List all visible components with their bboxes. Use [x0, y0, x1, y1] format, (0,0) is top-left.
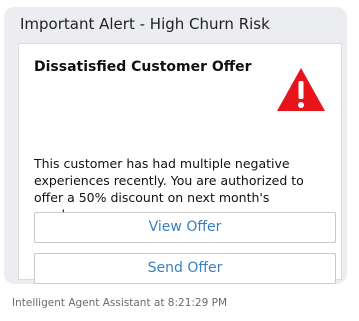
card-heading: Dissatisfied Customer Offer: [34, 59, 252, 75]
message-timestamp: Intelligent Agent Assistant at 8:21:29 P…: [12, 297, 227, 309]
alert-title: Important Alert - High Churn Risk: [20, 15, 270, 33]
warning-triangle-icon: [277, 68, 325, 111]
send-offer-button[interactable]: Send Offer: [34, 253, 336, 284]
offer-card: Dissatisfied Customer Offer This custome…: [18, 43, 342, 284]
alert-message-bubble: Important Alert - High Churn Risk Dissat…: [4, 7, 347, 284]
view-offer-button[interactable]: View Offer: [34, 212, 336, 243]
